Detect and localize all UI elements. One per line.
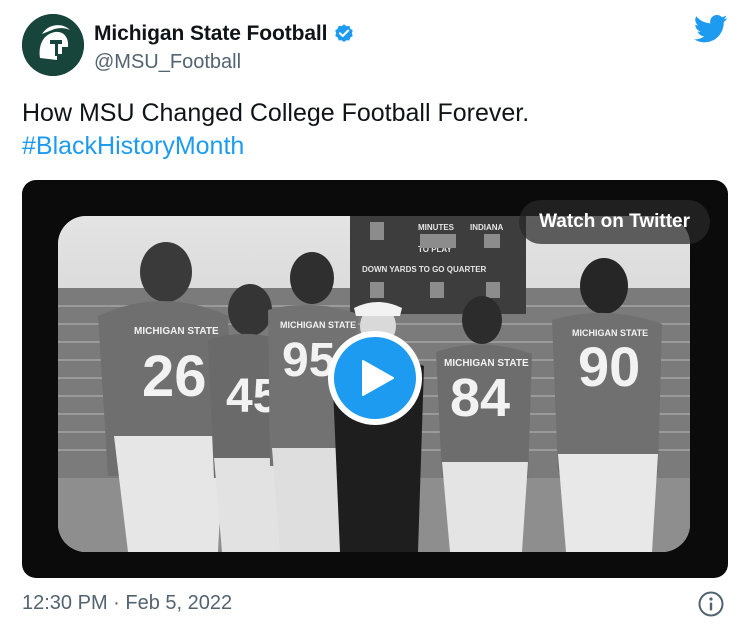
play-icon[interactable] bbox=[334, 337, 416, 419]
hashtag-link[interactable]: #BlackHistoryMonth bbox=[22, 130, 244, 163]
author-handle[interactable]: @MSU_Football bbox=[94, 51, 241, 74]
video-media[interactable]: MINUTES INDIANA TO PLAY DOWN YARDS TO GO… bbox=[22, 180, 728, 578]
author-display-name[interactable]: Michigan State Football bbox=[94, 22, 327, 46]
author-name-row[interactable]: Michigan State Football bbox=[94, 22, 355, 46]
play-button[interactable] bbox=[328, 331, 422, 425]
jersey-team: MICHIGAN STATE bbox=[444, 358, 529, 369]
spartan-helmet-icon[interactable] bbox=[22, 14, 84, 76]
info-icon[interactable] bbox=[697, 590, 725, 618]
tweet-text: How MSU Changed College Football Forever… bbox=[22, 97, 722, 163]
verified-badge-icon bbox=[333, 23, 355, 45]
tweet-body-text: How MSU Changed College Football Forever… bbox=[22, 99, 530, 127]
scoreboard-team: INDIANA bbox=[470, 223, 504, 232]
jersey-number: 84 bbox=[450, 368, 510, 428]
scoreboard-minutes: MINUTES bbox=[418, 223, 455, 232]
tweet-timestamp[interactable]: 12:30 PM · Feb 5, 2022 bbox=[22, 592, 232, 615]
twitter-bird-icon[interactable] bbox=[694, 14, 728, 44]
watch-on-twitter-button[interactable]: Watch on Twitter bbox=[519, 200, 710, 244]
tweet-card: Michigan State Football @MSU_Football Ho… bbox=[0, 0, 750, 628]
jersey-number: 26 bbox=[142, 344, 207, 409]
jersey-team: MICHIGAN STATE bbox=[280, 320, 356, 330]
jersey-number: 90 bbox=[578, 335, 640, 398]
jersey-team: MICHIGAN STATE bbox=[572, 328, 648, 338]
scoreboard-down: DOWN YARDS TO GO QUARTER bbox=[362, 265, 487, 274]
jersey-team: MICHIGAN STATE bbox=[134, 326, 219, 337]
